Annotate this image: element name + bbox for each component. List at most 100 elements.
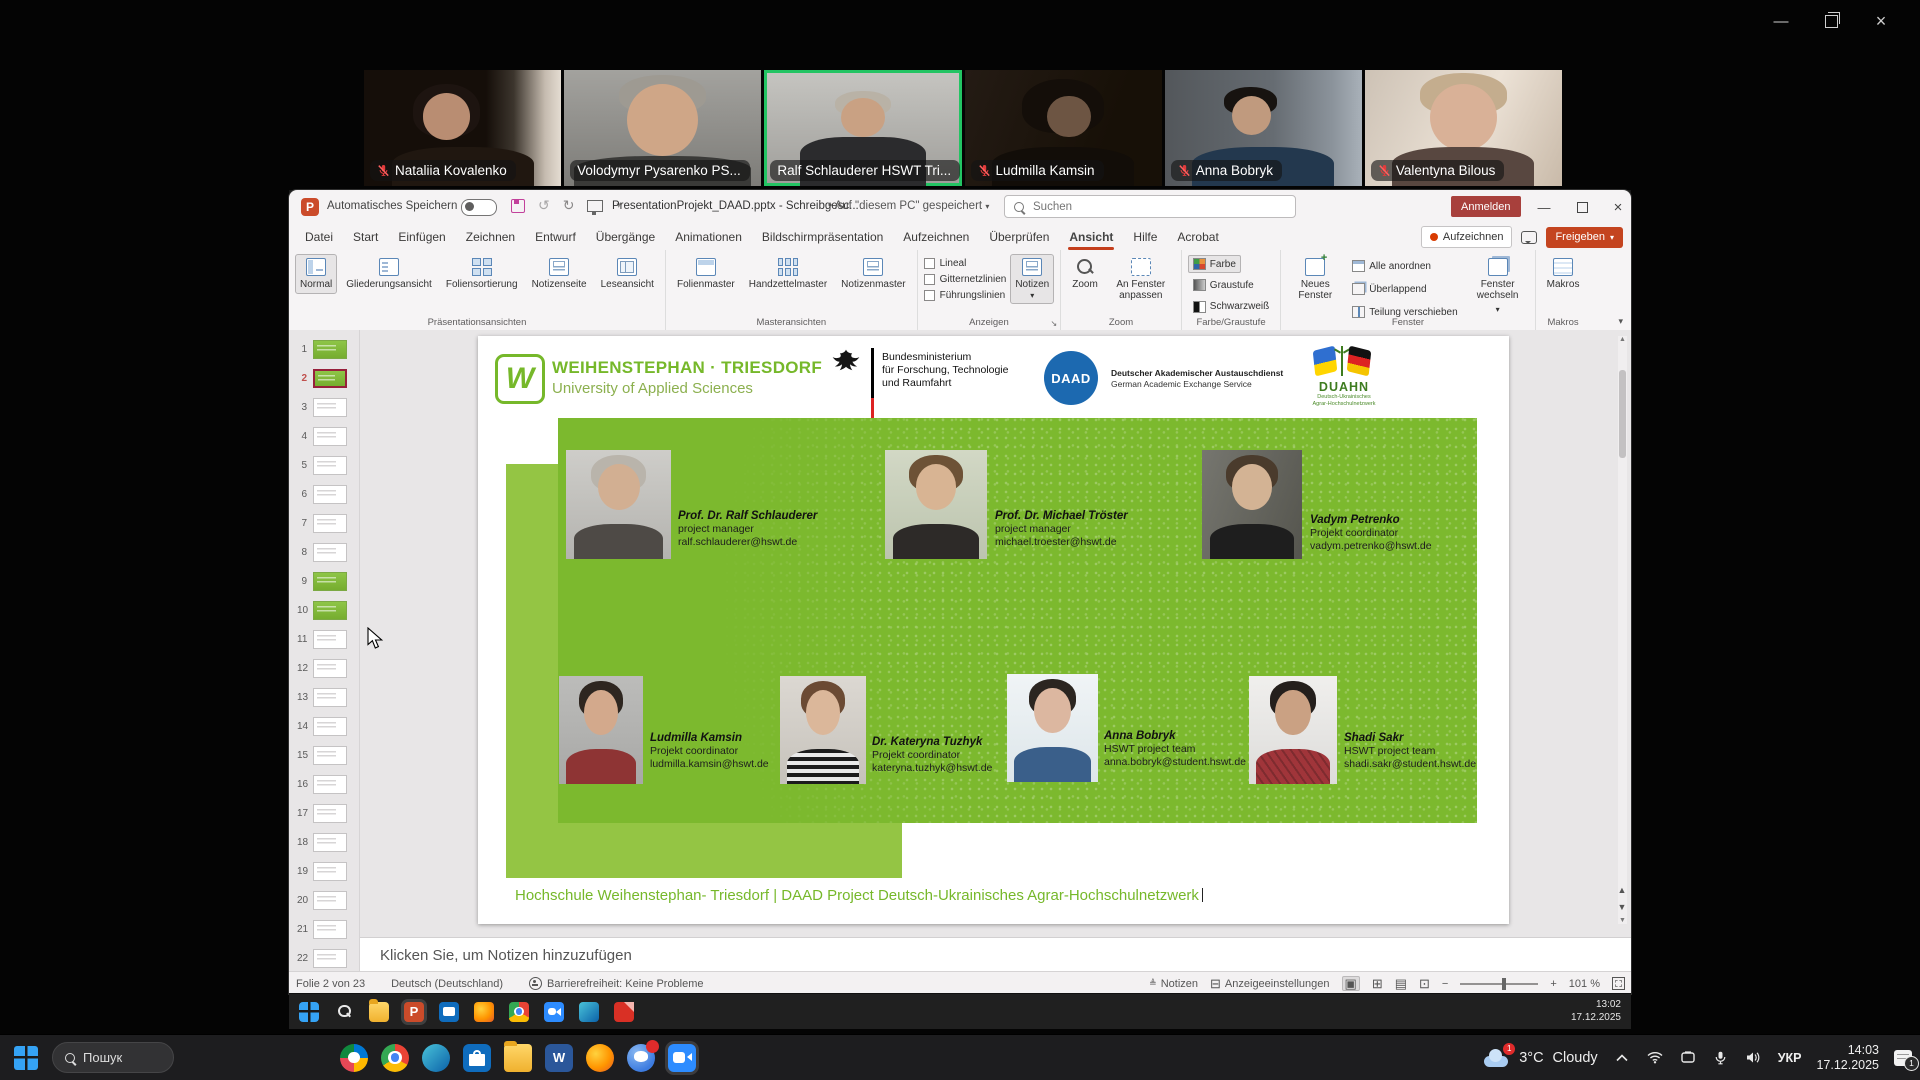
reading-view-button[interactable]: Leseansicht: [596, 254, 659, 294]
ppt-minimize-icon[interactable]: —: [1529, 190, 1559, 224]
participant-tile[interactable]: Valentyna Bilous: [1365, 70, 1562, 186]
display-settings[interactable]: ⊟Anzeigeeinstellungen: [1210, 977, 1330, 990]
tab-acrobat[interactable]: Acrobat: [1167, 225, 1228, 250]
slide-thumbnail-9[interactable]: 9: [297, 572, 359, 592]
participant-tile[interactable]: Ralf Schlauderer HSWT Tri...: [764, 70, 961, 186]
language-indicator[interactable]: Deutsch (Deutschland): [391, 978, 503, 990]
speaker-icon[interactable]: [1745, 1049, 1763, 1067]
slide-thumbnail-2[interactable]: 2: [297, 369, 359, 389]
ppt-search-box[interactable]: [1004, 195, 1296, 218]
participant-tile[interactable]: Nataliia Kovalenko: [364, 70, 561, 186]
saved-status[interactable]: • Auf "diesem PC" gespeichert ▾: [828, 200, 989, 212]
start-button[interactable]: [14, 1046, 38, 1070]
next-slide-icon[interactable]: ▼: [1615, 902, 1629, 912]
firefox-icon[interactable]: [586, 1044, 614, 1072]
normal-view-statusbar-icon[interactable]: ▣: [1342, 976, 1360, 991]
gridlines-checkbox[interactable]: Gitternetzlinien: [924, 274, 1007, 285]
slide-thumbnail-6[interactable]: 6: [297, 485, 359, 505]
minimize-icon[interactable]: —: [1770, 10, 1792, 32]
share-button[interactable]: Freigeben▾: [1546, 227, 1623, 248]
weather-widget[interactable]: 1 3°C Cloudy: [1482, 1049, 1597, 1067]
slideshow-icon[interactable]: [587, 200, 603, 212]
taskbar-search[interactable]: Пошук: [52, 1042, 174, 1073]
slide-sorter-statusbar-icon[interactable]: ⊞: [1372, 977, 1383, 990]
chrome-icon[interactable]: [509, 1002, 529, 1022]
notes-pane[interactable]: Klicken Sie, um Notizen hinzuzufügen: [360, 937, 1631, 972]
ruler-checkbox[interactable]: Lineal: [924, 258, 1007, 269]
scrollbar-thumb[interactable]: [1619, 370, 1626, 458]
slide-thumbnail-7[interactable]: 7: [297, 514, 359, 534]
redo-icon[interactable]: ↻: [563, 197, 575, 214]
tab-aufzeichnen[interactable]: Aufzeichnen: [893, 225, 979, 250]
wifi-icon[interactable]: [1646, 1049, 1664, 1067]
shared-clock[interactable]: 13:02 17.12.2025: [1571, 998, 1621, 1024]
tab-start[interactable]: Start: [343, 225, 388, 250]
anzeigen-dialog-launcher-icon[interactable]: ↘: [1051, 319, 1058, 328]
tab-bildschirmpräsentation[interactable]: Bildschirmpräsentation: [752, 225, 893, 250]
fit-to-window-button[interactable]: An Fenster anpassen: [1107, 254, 1175, 305]
edge-icon[interactable]: [579, 1002, 599, 1022]
fit-slide-icon[interactable]: [1612, 977, 1625, 990]
zoom-in-icon[interactable]: +: [1550, 978, 1556, 990]
slide-thumbnail-15[interactable]: 15: [297, 746, 359, 766]
outlook-icon[interactable]: [439, 1002, 459, 1022]
switch-window-button[interactable]: Fenster wechseln ▾: [1467, 254, 1529, 319]
cascade-button[interactable]: Überlappend: [1347, 279, 1462, 299]
tab-zeichnen[interactable]: Zeichnen: [456, 225, 525, 250]
widgets-icon[interactable]: [340, 1044, 368, 1072]
powerpoint-icon[interactable]: [404, 1002, 424, 1022]
macros-button[interactable]: Makros: [1542, 254, 1585, 294]
taskbar-clock[interactable]: 14:03 17.12.2025: [1816, 1043, 1879, 1073]
tab-überprüfen[interactable]: Überprüfen: [979, 225, 1059, 250]
slide-thumbnail-16[interactable]: 16: [297, 775, 359, 795]
zoom-icon[interactable]: [668, 1044, 696, 1072]
notes-toggle-button[interactable]: Notizen▾: [1010, 254, 1054, 304]
zoom-slider[interactable]: [1460, 983, 1538, 985]
search-icon[interactable]: [334, 1002, 354, 1022]
edge-icon[interactable]: [422, 1044, 450, 1072]
participant-tile[interactable]: Volodymyr Pysarenko PS...: [564, 70, 761, 186]
participant-tile[interactable]: Ludmilla Kamsin: [965, 70, 1162, 186]
notes-placeholder[interactable]: Klicken Sie, um Notizen hinzuzufügen: [380, 947, 632, 964]
slide-thumbnail-10[interactable]: 10: [297, 601, 359, 621]
slide-thumbnail-18[interactable]: 18: [297, 833, 359, 853]
zoom-icon[interactable]: [544, 1002, 564, 1022]
slideshow-statusbar-icon[interactable]: ⊡: [1419, 977, 1430, 990]
save-icon[interactable]: [511, 199, 525, 213]
ppt-close-icon[interactable]: ×: [1603, 190, 1633, 224]
slide-canvas[interactable]: W WEIHENSTEPHAN · TRIESDORF University o…: [478, 336, 1509, 924]
explorer-icon[interactable]: [369, 1002, 389, 1022]
cast-screen-icon[interactable]: [1679, 1049, 1697, 1067]
normal-view-button[interactable]: Normal: [295, 254, 337, 294]
accessibility-status[interactable]: Barrierefreiheit: Keine Probleme: [529, 977, 704, 990]
close-icon[interactable]: ×: [1870, 10, 1892, 32]
collapse-ribbon-icon[interactable]: ▾: [1618, 316, 1623, 327]
notes-page-button[interactable]: Notizenseite: [527, 254, 592, 294]
slide-thumbnail-4[interactable]: 4: [297, 427, 359, 447]
zoom-level[interactable]: 101 %: [1569, 978, 1600, 990]
tab-einfügen[interactable]: Einfügen: [388, 225, 455, 250]
signin-button[interactable]: Anmelden: [1451, 196, 1521, 217]
new-window-button[interactable]: Neues Fenster: [1287, 254, 1343, 305]
language-indicator[interactable]: УКР: [1778, 1051, 1802, 1065]
tab-entwurf[interactable]: Entwurf: [525, 225, 586, 250]
notes-master-button[interactable]: Notizenmaster: [836, 254, 910, 294]
slide-thumbnail-5[interactable]: 5: [297, 456, 359, 476]
tab-hilfe[interactable]: Hilfe: [1123, 225, 1167, 250]
slide-footer[interactable]: Hochschule Weihenstephan- Triesdorf | DA…: [515, 887, 1203, 904]
slide-thumbnail-11[interactable]: 11: [297, 630, 359, 650]
slide-indicator[interactable]: Folie 2 von 23: [296, 978, 365, 990]
tab-ansicht[interactable]: Ansicht: [1059, 225, 1123, 250]
firefox-icon[interactable]: [474, 1002, 494, 1022]
slide-thumbnail-14[interactable]: 14: [297, 717, 359, 737]
tab-übergänge[interactable]: Übergänge: [586, 225, 665, 250]
pdf-icon[interactable]: [614, 1002, 634, 1022]
comments-icon[interactable]: [1521, 231, 1537, 244]
slide-thumbnail-1[interactable]: 1: [297, 340, 359, 360]
undo-icon[interactable]: ↺: [538, 197, 550, 214]
slide-thumbnail-19[interactable]: 19: [297, 862, 359, 882]
restore-icon[interactable]: [1820, 10, 1842, 32]
explorer-icon[interactable]: [504, 1044, 532, 1072]
blackwhite-button[interactable]: Schwarzweiß: [1188, 298, 1274, 316]
color-button[interactable]: Farbe: [1188, 255, 1241, 273]
